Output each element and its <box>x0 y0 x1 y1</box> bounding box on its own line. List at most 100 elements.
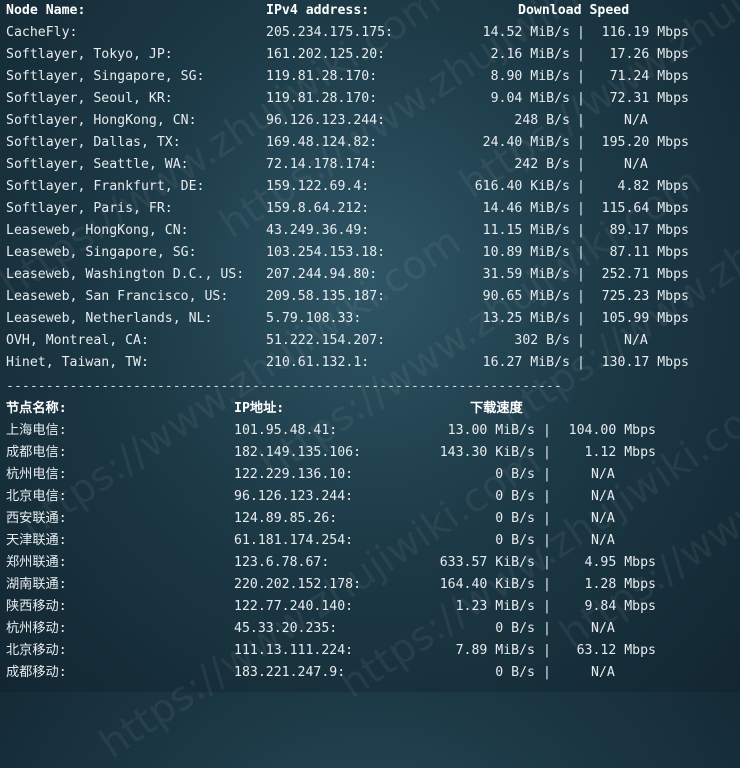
result-row: Softlayer, Tokyo, JP: 161.202.125.20: 2.16… <box>0 44 740 66</box>
result-row: Leaseweb, Netherlands, NL: 5.79.108.33: 13… <box>0 308 740 330</box>
speed-bytes: 1.23 MiB/s <box>455 599 535 614</box>
ip-address: 161.202.125.20: <box>266 47 386 62</box>
result-row: 西安联通: 124.89.85.26: 0 B/s | N/A <box>0 508 740 530</box>
column-separator: | <box>543 511 551 526</box>
speed-mbps: N/A <box>591 533 615 548</box>
node-name: Softlayer, HongKong, CN: <box>6 113 197 128</box>
speed-bytes: 0 B/s <box>495 467 535 482</box>
node-name: 天津联通: <box>6 533 67 548</box>
result-row: 杭州电信: 122.229.136.10: 0 B/s | N/A <box>0 464 740 486</box>
ip-address: 119.81.28.170: <box>266 91 378 106</box>
speed-mbps: N/A <box>591 489 615 504</box>
result-row: Softlayer, Frankfurt, DE: 159.122.69.4: 61… <box>0 176 740 198</box>
speed-mbps: N/A <box>591 467 615 482</box>
result-row: 郑州联通: 123.6.78.67: 633.57 KiB/s | 4.95 Mbps <box>0 552 740 574</box>
column-separator: | <box>543 577 551 592</box>
result-row: 北京电信: 96.126.123.244: 0 B/s | N/A <box>0 486 740 508</box>
speed-mbps: 89.17 Mbps <box>609 223 689 238</box>
node-name: 陕西移动: <box>6 599 67 614</box>
column-separator: | <box>543 533 551 548</box>
column-separator: | <box>543 643 551 658</box>
column-separator: | <box>577 333 585 348</box>
result-row: 杭州移动: 45.33.20.235: 0 B/s | N/A <box>0 618 740 640</box>
result-row: Hinet, Taiwan, TW: 210.61.132.1: 16.27 MiB… <box>0 352 740 374</box>
speed-mbps: N/A <box>624 113 648 128</box>
ip-address: 72.14.178.174: <box>266 157 378 172</box>
column-separator: | <box>543 665 551 680</box>
ip-address: 123.6.78.67: <box>234 555 330 570</box>
node-name: Leaseweb, HongKong, CN: <box>6 223 189 238</box>
ip-address: 122.77.240.140: <box>234 599 354 614</box>
ip-address: 220.202.152.178: <box>234 577 362 592</box>
result-row: 成都移动: 183.221.247.9: 0 B/s | N/A <box>0 662 740 684</box>
column-separator: | <box>577 245 585 260</box>
speed-mbps: 4.82 Mbps <box>617 179 689 194</box>
ip-address: 103.254.153.18: <box>266 245 386 260</box>
speed-bytes: 143.30 KiB/s <box>439 445 535 460</box>
node-name: Leaseweb, Washington D.C., US: <box>6 267 245 282</box>
node-name: 杭州移动: <box>6 621 67 636</box>
column-separator: | <box>577 201 585 216</box>
ip-address: 159.122.69.4: <box>266 179 370 194</box>
node-name: Softlayer, Seattle, WA: <box>6 157 189 172</box>
column-separator: | <box>577 25 585 40</box>
column-separator: | <box>577 135 585 150</box>
speed-mbps: 4.95 Mbps <box>584 555 656 570</box>
node-name: Softlayer, Tokyo, JP: <box>6 47 173 62</box>
speed-bytes: 24.40 MiB/s <box>482 135 570 150</box>
speed-bytes: 0 B/s <box>495 511 535 526</box>
ip-address: 159.8.64.212: <box>266 201 370 216</box>
speed-bytes: 13.25 MiB/s <box>482 311 570 326</box>
speed-mbps: 725.23 Mbps <box>601 289 689 304</box>
intl-header-row: Node Name: IPv4 address: Download Speed <box>0 0 740 22</box>
speed-bytes: 14.52 MiB/s <box>482 25 570 40</box>
ip-address: 43.249.36.49: <box>266 223 370 238</box>
cn-header-ip: IP地址: <box>234 401 285 416</box>
ip-address: 207.244.94.80: <box>266 267 378 282</box>
ip-address: 96.126.123.244: <box>266 113 386 128</box>
ip-address: 51.222.154.207: <box>266 333 386 348</box>
column-separator: | <box>577 289 585 304</box>
result-row: 陕西移动: 122.77.240.140: 1.23 MiB/s | 9.84 Mbps <box>0 596 740 618</box>
node-name: 郑州联通: <box>6 555 67 570</box>
result-row: Softlayer, Seoul, KR: 119.81.28.170: 9.04 … <box>0 88 740 110</box>
node-name: Hinet, Taiwan, TW: <box>6 355 149 370</box>
result-row: Softlayer, Seattle, WA: 72.14.178.174: 242… <box>0 154 740 176</box>
ip-address: 45.33.20.235: <box>234 621 338 636</box>
ip-address: 182.149.135.106: <box>234 445 362 460</box>
column-separator: | <box>543 467 551 482</box>
column-separator: | <box>577 267 585 282</box>
speed-mbps: N/A <box>624 157 648 172</box>
speed-bytes: 0 B/s <box>495 489 535 504</box>
speed-bytes: 14.46 MiB/s <box>482 201 570 216</box>
node-name: Leaseweb, Singapore, SG: <box>6 245 197 260</box>
column-separator: | <box>577 47 585 62</box>
node-name: 西安联通: <box>6 511 67 526</box>
column-separator: | <box>543 621 551 636</box>
node-name: OVH, Montreal, CA: <box>6 333 149 348</box>
speed-bytes: 16.27 MiB/s <box>482 355 570 370</box>
speed-mbps: 63.12 Mbps <box>576 643 656 658</box>
speed-bytes: 8.90 MiB/s <box>490 69 570 84</box>
node-name: 北京电信: <box>6 489 67 504</box>
result-row: Softlayer, Singapore, SG: 119.81.28.170: 8… <box>0 66 740 88</box>
column-separator: | <box>543 555 551 570</box>
speed-bytes: 2.16 MiB/s <box>490 47 570 62</box>
result-row: Leaseweb, San Francisco, US: 209.58.135.1… <box>0 286 740 308</box>
ip-address: 205.234.175.175: <box>266 25 394 40</box>
result-row: Leaseweb, HongKong, CN: 43.249.36.49: 11.1… <box>0 220 740 242</box>
speed-mbps: 1.12 Mbps <box>584 445 656 460</box>
result-row: Leaseweb, Singapore, SG: 103.254.153.18: 1… <box>0 242 740 264</box>
intl-header-ip: IPv4 address: <box>266 3 370 18</box>
speed-mbps: N/A <box>624 333 648 348</box>
result-row: Softlayer, Dallas, TX: 169.48.124.82: 24.4… <box>0 132 740 154</box>
cn-header-row: 节点名称: IP地址: 下载速度 <box>0 398 740 420</box>
column-separator: | <box>543 445 551 460</box>
result-row: Softlayer, Paris, FR: 159.8.64.212: 14.46 … <box>0 198 740 220</box>
cn-header-node: 节点名称: <box>6 401 67 416</box>
column-separator: | <box>577 311 585 326</box>
node-name: 上海电信: <box>6 423 67 438</box>
speed-mbps: 116.19 Mbps <box>601 25 689 40</box>
column-separator: | <box>577 69 585 84</box>
speed-mbps: 195.20 Mbps <box>601 135 689 150</box>
